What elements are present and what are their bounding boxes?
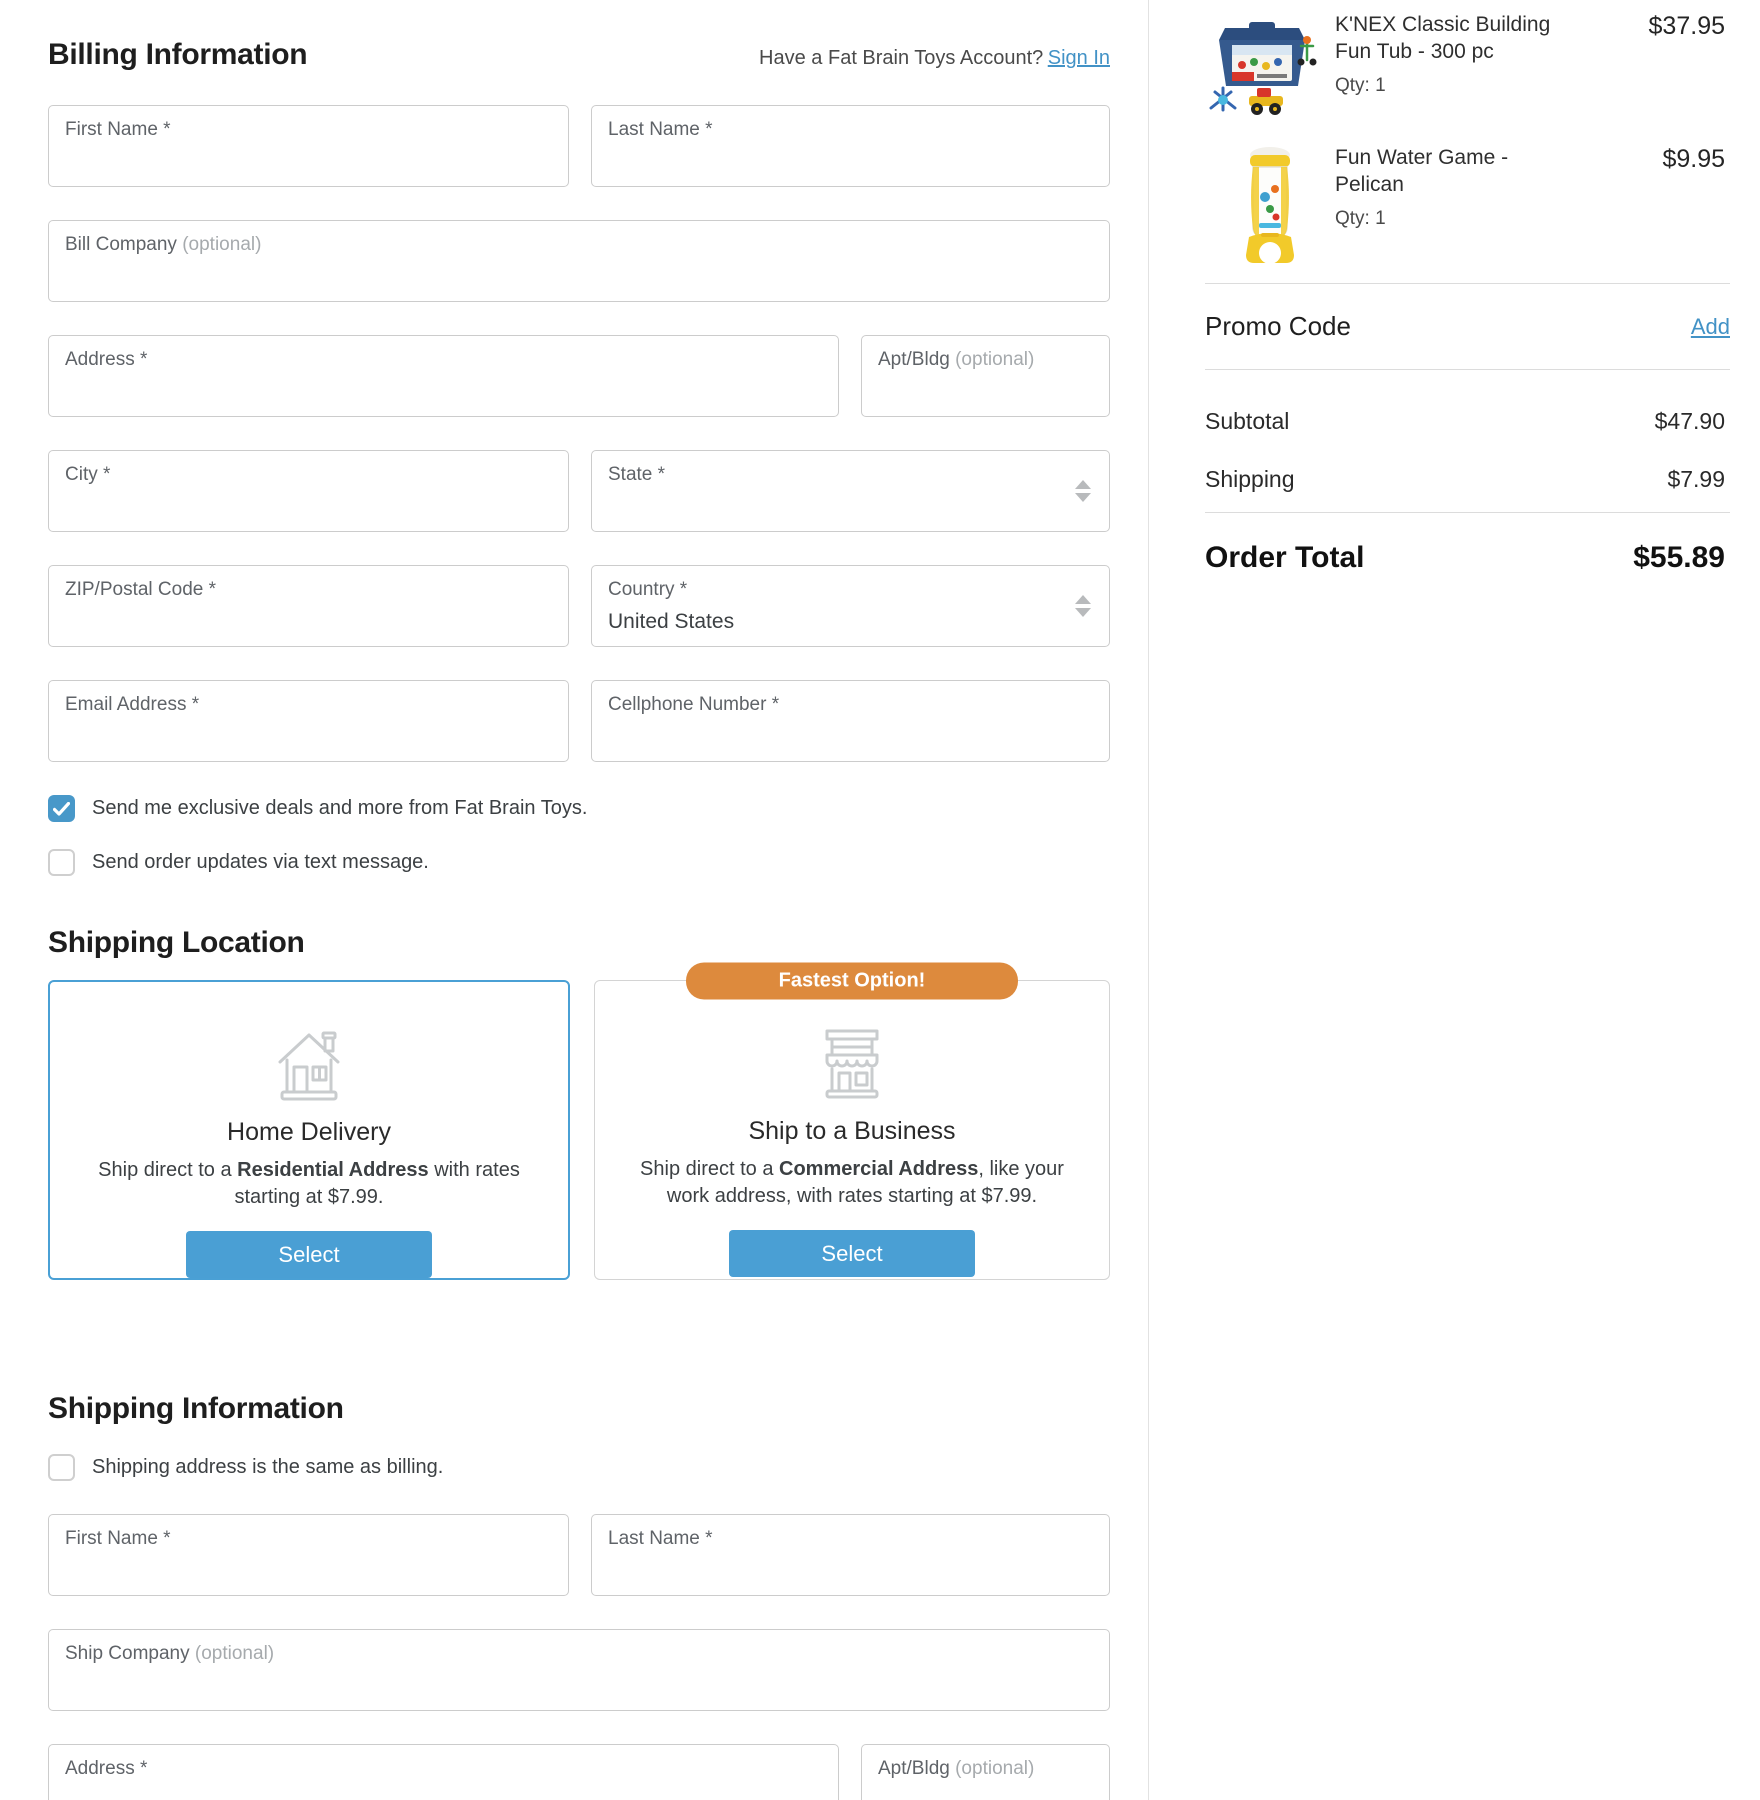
totals-block: Subtotal $47.90 Shipping $7.99 Order Tot… (1205, 370, 1730, 575)
field-label: Country * (608, 579, 1093, 601)
shipping-last-name-input[interactable]: Last Name * (591, 1514, 1110, 1596)
ship-to-business-select-button[interactable]: Select (729, 1230, 975, 1277)
pelican-water-game-product-image (1205, 145, 1335, 267)
shipping-info-title: Shipping Information (48, 1392, 1110, 1426)
card-description: Ship direct to a Residential Address wit… (94, 1157, 524, 1211)
checkmark-icon (53, 802, 70, 816)
item-info: K'NEX Classic Building Fun Tub - 300 pc … (1335, 12, 1649, 97)
billing-header: Billing Information Have a Fat Brain Toy… (48, 38, 1110, 72)
billing-country-select[interactable]: Country * United States (591, 565, 1110, 647)
home-delivery-select-button[interactable]: Select (186, 1231, 432, 1278)
shipping-location-title: Shipping Location (48, 926, 1110, 960)
card-description: Ship direct to a Commercial Address, lik… (637, 1156, 1067, 1210)
order-total-value: $55.89 (1633, 541, 1730, 575)
select-arrows-icon (1075, 480, 1091, 502)
deals-optin-row: Send me exclusive deals and more from Fa… (48, 795, 1110, 822)
deals-optin-label: Send me exclusive deals and more from Fa… (92, 797, 587, 820)
subtotal-row: Subtotal $47.90 (1205, 408, 1730, 435)
field-label: Apt/Bldg (optional) (878, 349, 1093, 371)
field-label: Last Name * (608, 119, 1093, 141)
ship-to-business-card[interactable]: Fastest Option! Ship to a Business Ship (594, 980, 1110, 1280)
shipping-value: $7.99 (1667, 466, 1730, 493)
card-name: Home Delivery (227, 1118, 391, 1147)
sidebar-divider (1148, 0, 1149, 1800)
field-label: Ship Company (optional) (65, 1643, 1093, 1665)
subtotal-label: Subtotal (1205, 408, 1289, 435)
card-name: Ship to a Business (748, 1117, 955, 1146)
promo-code-label: Promo Code (1205, 311, 1351, 342)
checkout-page: Billing Information Have a Fat Brain Toy… (0, 0, 1760, 1800)
shipping-company-input[interactable]: Ship Company (optional) (48, 1629, 1110, 1711)
field-label: Address * (65, 349, 822, 371)
item-name: Fun Water Game - Pelican (1335, 145, 1580, 199)
field-label: Bill Company (optional) (65, 234, 1093, 256)
checkout-form-column: Billing Information Have a Fat Brain Toy… (48, 0, 1110, 1800)
billing-company-input[interactable]: Bill Company (optional) (48, 220, 1110, 302)
item-info: Fun Water Game - Pelican Qty: 1 (1335, 145, 1662, 230)
field-label: Last Name * (608, 1528, 1093, 1550)
billing-last-name-input[interactable]: Last Name * (591, 105, 1110, 187)
billing-title: Billing Information (48, 38, 307, 72)
shipping-address-input[interactable]: Address * (48, 1744, 839, 1800)
promo-add-link[interactable]: Add (1691, 314, 1730, 340)
same-as-billing-row: Shipping address is the same as billing. (48, 1454, 1110, 1481)
shipping-first-name-input[interactable]: First Name * (48, 1514, 569, 1596)
billing-apt-input[interactable]: Apt/Bldg (optional) (861, 335, 1110, 417)
billing-cellphone-input[interactable]: Cellphone Number * (591, 680, 1110, 762)
country-selected-value: United States (608, 610, 1093, 634)
cart-item: Fun Water Game - Pelican Qty: 1 $9.95 (1205, 145, 1730, 267)
field-label: Email Address * (65, 694, 552, 716)
account-prompt: Have a Fat Brain Toys Account? Sign In (759, 47, 1110, 70)
home-delivery-card[interactable]: Home Delivery Ship direct to a Residenti… (48, 980, 570, 1280)
field-label: Cellphone Number * (608, 694, 1093, 716)
billing-zip-input[interactable]: ZIP/Postal Code * (48, 565, 569, 647)
sign-in-link[interactable]: Sign In (1048, 47, 1110, 69)
billing-state-select[interactable]: State * (591, 450, 1110, 532)
account-prompt-text: Have a Fat Brain Toys Account? (759, 47, 1043, 69)
billing-address-input[interactable]: Address * (48, 335, 839, 417)
field-label: First Name * (65, 119, 552, 141)
field-label: City * (65, 464, 552, 486)
billing-first-name-input[interactable]: First Name * (48, 105, 569, 187)
billing-email-input[interactable]: Email Address * (48, 680, 569, 762)
field-label: ZIP/Postal Code * (65, 579, 552, 601)
order-summary: K'NEX Classic Building Fun Tub - 300 pc … (1205, 0, 1730, 575)
item-qty: Qty: 1 (1335, 75, 1649, 97)
house-icon (270, 1018, 348, 1104)
storefront-icon (813, 1017, 891, 1103)
deals-optin-checkbox[interactable] (48, 795, 75, 822)
subtotal-value: $47.90 (1655, 408, 1730, 435)
field-label: First Name * (65, 1528, 552, 1550)
billing-city-input[interactable]: City * (48, 450, 569, 532)
item-qty: Qty: 1 (1335, 208, 1662, 230)
summary-divider (1205, 512, 1730, 513)
shipping-row: Shipping $7.99 (1205, 466, 1730, 512)
item-price: $9.95 (1662, 145, 1730, 174)
field-label: Apt/Bldg (optional) (878, 1758, 1093, 1780)
shipping-apt-input[interactable]: Apt/Bldg (optional) (861, 1744, 1110, 1800)
shipping-location-cards: Home Delivery Ship direct to a Residenti… (48, 980, 1110, 1280)
text-updates-checkbox[interactable] (48, 849, 75, 876)
knex-tub-product-image (1205, 12, 1335, 121)
select-arrows-icon (1075, 595, 1091, 617)
text-updates-row: Send order updates via text message. (48, 849, 1110, 876)
field-label: State * (608, 464, 1093, 486)
item-price: $37.95 (1649, 12, 1730, 41)
order-total-label: Order Total (1205, 541, 1364, 575)
promo-code-row: Promo Code Add (1205, 284, 1730, 369)
fastest-option-badge: Fastest Option! (686, 963, 1018, 1000)
same-as-billing-checkbox[interactable] (48, 1454, 75, 1481)
same-as-billing-label: Shipping address is the same as billing. (92, 1456, 443, 1479)
shipping-label: Shipping (1205, 466, 1295, 493)
text-updates-label: Send order updates via text message. (92, 851, 429, 874)
cart-item: K'NEX Classic Building Fun Tub - 300 pc … (1205, 12, 1730, 121)
field-label: Address * (65, 1758, 822, 1780)
order-total-row: Order Total $55.89 (1205, 541, 1730, 575)
item-name: K'NEX Classic Building Fun Tub - 300 pc (1335, 12, 1580, 66)
